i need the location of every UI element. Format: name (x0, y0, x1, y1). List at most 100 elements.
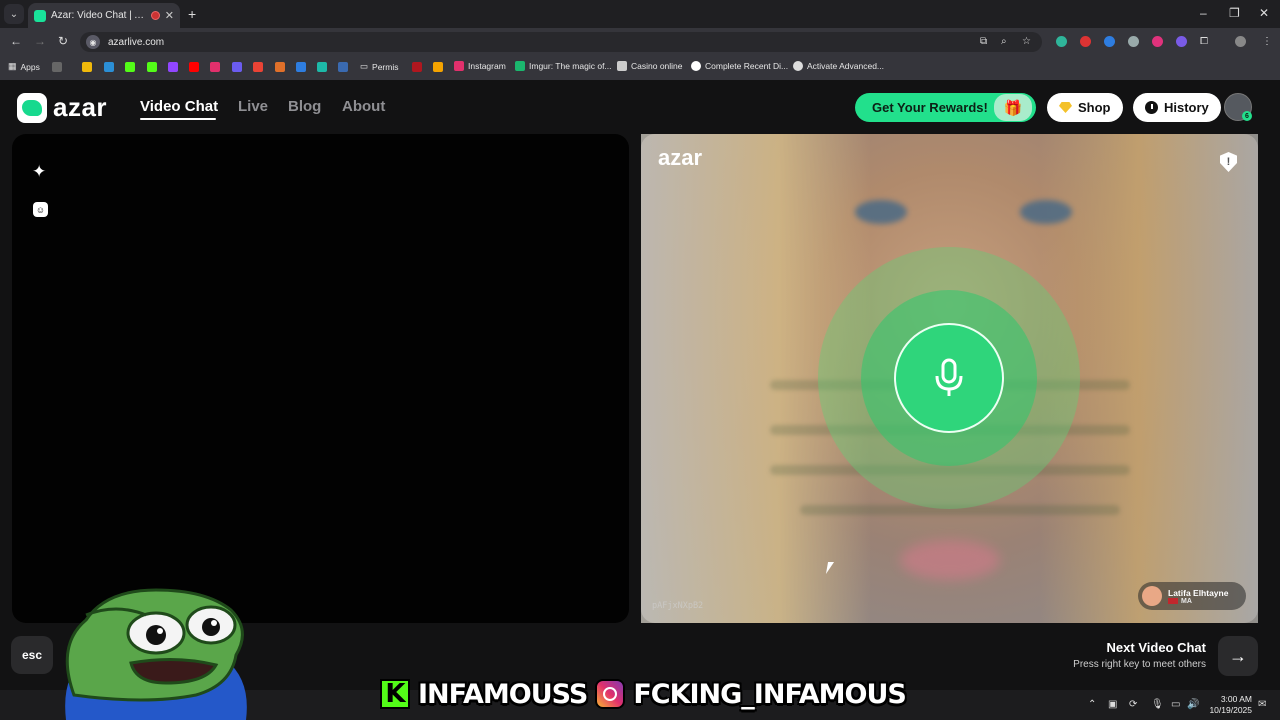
back-button[interactable]: ← (10, 34, 22, 48)
taskbar-clock[interactable]: 3:00 AM 10/19/2025 (1204, 694, 1252, 716)
bookmark-icon[interactable] (338, 62, 348, 72)
notifications-icon[interactable]: ✉ (1258, 699, 1266, 710)
extension-icon[interactable] (1104, 36, 1115, 47)
tray-overflow-chevron-icon[interactable]: ⌃ (1088, 699, 1096, 710)
pepe-frog-sticker-icon (65, 588, 247, 720)
bookmark-apps[interactable]: ▦ Apps (8, 61, 40, 72)
tab-search-button[interactable]: ⌄ (4, 4, 24, 24)
instagram-icon (454, 61, 464, 71)
bookmark-star-icon[interactable]: ☆ (1022, 36, 1031, 47)
extension-icon[interactable] (1176, 36, 1187, 47)
extension-icon[interactable] (1128, 36, 1139, 47)
streamer-social-banner: K INFAMOUSS FCKING_INFAMOUS (380, 676, 907, 712)
morocco-flag-icon (1168, 598, 1178, 604)
restore-window-button[interactable]: ❐ (1229, 6, 1240, 20)
clock-icon (1145, 101, 1158, 114)
azar-favicon-icon (34, 9, 46, 22)
kick-icon[interactable] (125, 62, 135, 72)
partner-country: MA (1168, 598, 1228, 605)
binance-icon[interactable] (82, 62, 92, 72)
blurred-video-region (900, 540, 1000, 580)
new-tab-button[interactable]: + (188, 6, 196, 22)
tab-title: Azar: Video Chat | Alternativ (51, 10, 146, 21)
face-filter-icon[interactable]: ☺ (33, 202, 48, 217)
reload-button[interactable]: ↻ (58, 34, 68, 48)
bookmark-icon[interactable] (412, 62, 422, 72)
partner-avatar (1142, 586, 1162, 606)
gmail-icon[interactable] (253, 62, 263, 72)
site-info-icon[interactable]: ◉ (86, 35, 100, 49)
microphone-icon (935, 358, 963, 396)
extensions-puzzle-icon[interactable]: ⧠ (1200, 36, 1208, 47)
next-video-chat-hint: Next Video Chat Press right key to meet … (1073, 640, 1206, 670)
avatar-badge: 6 (1242, 111, 1252, 121)
extension-icon[interactable] (1152, 36, 1163, 47)
casino-icon (617, 61, 627, 71)
analytics-icon[interactable] (433, 62, 443, 72)
network-tray-icon[interactable]: ▭ (1171, 699, 1180, 710)
kick-logo-icon: K (380, 679, 410, 709)
arrow-right-icon: → (1229, 645, 1247, 666)
partner-info-chip[interactable]: Latifa Elhtayne MA (1138, 582, 1246, 610)
zoom-icon[interactable]: ⌕ (1001, 36, 1007, 47)
close-window-button[interactable]: ✕ (1259, 6, 1269, 20)
bookmark-grid-icon[interactable] (52, 62, 62, 72)
nav-blog[interactable]: Blog (288, 98, 321, 115)
bookmark-icon[interactable] (275, 62, 285, 72)
folder-icon: ▭ (360, 61, 369, 71)
bookmark-icon[interactable] (104, 62, 114, 72)
profile-icon[interactable] (1235, 36, 1246, 47)
nav-live[interactable]: Live (238, 98, 268, 115)
microphone-button[interactable] (894, 323, 1004, 433)
sync-tray-icon[interactable]: ⟳ (1129, 699, 1137, 710)
kick-icon[interactable] (147, 62, 157, 72)
gift-icon: 🎁 (994, 94, 1032, 121)
instagram-username: FCKING_INFAMOUS (633, 678, 907, 710)
extension-icon[interactable] (1080, 36, 1091, 47)
minimize-window-button[interactable]: – (1200, 6, 1207, 20)
bookmark-casino[interactable]: Casino online (617, 61, 683, 71)
azar-logo-text[interactable]: azar (53, 92, 107, 123)
youtube-icon[interactable] (189, 62, 199, 72)
bookmark-imgur[interactable]: Imgur: The magic of... (515, 61, 612, 71)
bookmark-icon[interactable] (232, 62, 242, 72)
address-bar[interactable]: ◉ azarlive.com (80, 32, 1042, 52)
history-button[interactable]: History (1133, 93, 1221, 122)
partner-id: pAFjxNXpB2 (652, 601, 704, 611)
forward-button[interactable]: → (34, 34, 46, 48)
next-video-chat-subtitle: Press right key to meet others (1073, 659, 1206, 670)
microphone-tray-icon[interactable]: 🎙 (1151, 699, 1164, 710)
bookmark-icon[interactable] (296, 62, 306, 72)
nav-about[interactable]: About (342, 98, 385, 115)
globe-icon (793, 61, 803, 71)
bookmark-icon[interactable] (317, 62, 327, 72)
apps-grid-icon: ▦ (8, 61, 17, 71)
effects-sparkle-icon[interactable]: ✦ (32, 162, 46, 182)
local-video-panel (12, 134, 629, 623)
remote-azar-watermark: azar (658, 145, 703, 170)
nav-video-chat[interactable]: Video Chat (140, 98, 218, 115)
next-arrow-button[interactable]: → (1218, 636, 1258, 676)
bookmark-instagram[interactable]: Instagram (454, 61, 506, 71)
bookmark-activate[interactable]: Activate Advanced... (793, 61, 884, 71)
discord-tray-icon[interactable]: ▣ (1108, 699, 1117, 710)
url-text: azarlive.com (108, 36, 165, 48)
bookmark-complete-recent[interactable]: Complete Recent Di... (691, 61, 788, 71)
browser-tab-azar[interactable]: Azar: Video Chat | Alternativ ✕ (28, 3, 180, 28)
volume-tray-icon[interactable]: 🔊 (1187, 699, 1199, 710)
instagram-logo-icon (595, 679, 626, 709)
next-video-chat-title: Next Video Chat (1106, 640, 1206, 655)
blurred-video-region (1020, 200, 1072, 224)
twitch-icon[interactable] (168, 62, 178, 72)
install-app-icon[interactable]: ⧉ (980, 36, 987, 47)
gem-icon (1059, 102, 1072, 113)
browser-menu-icon[interactable]: ⋮ (1262, 36, 1272, 47)
bookmark-folder-permis[interactable]: ▭ Permis (360, 61, 398, 72)
azar-logo-icon[interactable] (17, 93, 47, 123)
blurred-video-region (855, 200, 907, 224)
esc-stop-button[interactable]: esc (11, 636, 53, 674)
extension-icon[interactable] (1056, 36, 1067, 47)
shop-button[interactable]: Shop (1047, 93, 1123, 122)
instagram-icon[interactable] (210, 62, 220, 72)
close-tab-icon[interactable]: ✕ (165, 9, 174, 22)
